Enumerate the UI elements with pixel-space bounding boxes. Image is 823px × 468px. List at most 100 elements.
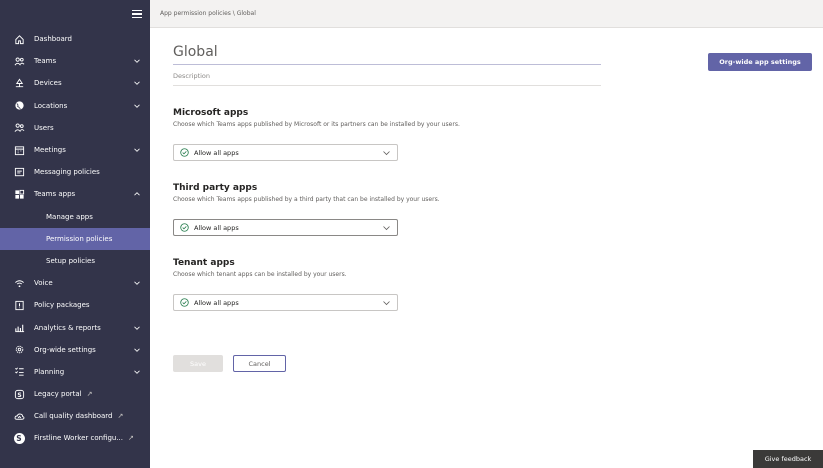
section-title: Third party apps <box>173 183 258 193</box>
sidebar: Dashboard Teams Devices Locations Users … <box>0 0 150 468</box>
sidebar-item-teams-apps[interactable]: Teams apps <box>0 183 150 205</box>
chevron-down-icon <box>383 300 390 306</box>
sidebar-item-label: Legacy portal <box>34 390 82 399</box>
sidebar-item-label: Teams apps <box>34 190 76 199</box>
sidebar-item-locations[interactable]: Locations <box>0 95 150 117</box>
external-link-icon: ↗ <box>117 412 124 421</box>
description-field[interactable]: Description <box>173 72 210 80</box>
description-underline <box>173 85 601 86</box>
sidebar-item-legacy-portal[interactable]: S Legacy portal ↗ <box>0 383 150 405</box>
sidebar-item-label: Meetings <box>34 146 66 155</box>
chevron-down-icon[interactable] <box>134 58 140 64</box>
external-link-icon: ↗ <box>86 390 93 399</box>
firstline-icon: S <box>13 432 25 444</box>
planning-icon <box>13 366 25 378</box>
gear-icon <box>13 344 25 356</box>
sidebar-subitem-label: Setup policies <box>46 256 95 265</box>
dropdown-value: Allow all apps <box>194 223 239 232</box>
users-icon <box>13 122 25 134</box>
tenant-apps-dropdown[interactable]: Allow all apps <box>173 294 398 311</box>
hamburger-menu-icon[interactable] <box>132 10 142 18</box>
svg-text:S: S <box>17 391 21 398</box>
devices-icon <box>13 77 25 89</box>
external-link-icon: ↗ <box>128 434 134 443</box>
sidebar-item-call-quality-dashboard[interactable]: Call quality dashboard ↗ <box>0 405 150 427</box>
section-third-party-apps: Third party apps Choose which Teams apps… <box>173 183 440 203</box>
section-description: Choose which Teams apps published by Mic… <box>173 121 460 128</box>
section-title: Tenant apps <box>173 258 235 268</box>
sidebar-subitem-label: Manage apps <box>46 212 93 221</box>
voice-icon <box>13 277 25 289</box>
sidebar-item-dashboard[interactable]: Dashboard <box>0 28 150 50</box>
check-circle-icon <box>180 223 189 232</box>
sidebar-item-users[interactable]: Users <box>0 117 150 139</box>
chevron-down-icon[interactable] <box>134 347 140 353</box>
section-microsoft-apps: Microsoft apps Choose which Teams apps p… <box>173 108 460 128</box>
section-tenant-apps: Tenant apps Choose which tenant apps can… <box>173 258 347 278</box>
chevron-down-icon[interactable] <box>134 80 140 86</box>
sidebar-item-label: Planning <box>34 367 65 376</box>
chevron-down-icon[interactable] <box>134 280 140 286</box>
page-title[interactable]: Global <box>173 44 218 60</box>
org-wide-app-settings-button[interactable]: Org-wide app settings <box>708 53 812 71</box>
sidebar-item-meetings[interactable]: Meetings <box>0 139 150 161</box>
sidebar-subitem-label: Permission policies <box>46 234 113 243</box>
sidebar-item-planning[interactable]: Planning <box>0 361 150 383</box>
chevron-down-icon[interactable] <box>134 103 140 109</box>
chevron-down-icon <box>383 150 390 156</box>
sidebar-item-messaging-policies[interactable]: Messaging policies <box>0 161 150 183</box>
title-underline <box>173 64 601 65</box>
apps-icon <box>13 188 25 200</box>
sidebar-item-label: Policy packages <box>34 301 90 310</box>
sidebar-item-label: Locations <box>34 101 68 110</box>
package-icon <box>13 299 25 311</box>
microsoft-apps-dropdown[interactable]: Allow all apps <box>173 144 398 161</box>
chat-icon <box>13 166 25 178</box>
sidebar-item-firstline-worker[interactable]: S Firstline Worker configu... ↗ <box>0 427 150 449</box>
chevron-down-icon[interactable] <box>134 369 140 375</box>
analytics-icon <box>13 322 25 334</box>
sidebar-item-label: Messaging policies <box>34 168 100 177</box>
sidebar-top <box>0 0 150 28</box>
sidebar-item-label: Analytics & reports <box>34 323 101 332</box>
sidebar-item-label: Teams <box>34 57 57 66</box>
sidebar-item-label: Users <box>34 123 54 132</box>
section-description: Choose which tenant apps can be installe… <box>173 271 347 278</box>
home-icon <box>13 33 25 45</box>
dropdown-value: Allow all apps <box>194 298 239 307</box>
sidebar-item-label: Dashboard <box>34 35 72 44</box>
cancel-button[interactable]: Cancel <box>233 355 286 372</box>
main-content: Global Description Org-wide app settings… <box>150 28 823 468</box>
sidebar-item-label: Firstline Worker configu... <box>34 434 124 443</box>
sidebar-subitem-permission-policies[interactable]: Permission policies <box>0 227 150 250</box>
section-description: Choose which Teams apps published by a t… <box>173 196 440 203</box>
teams-icon <box>13 55 25 67</box>
third-party-apps-dropdown[interactable]: Allow all apps <box>173 219 398 236</box>
give-feedback-button[interactable]: Give feedback <box>753 450 823 468</box>
sidebar-item-devices[interactable]: Devices <box>0 72 150 94</box>
breadcrumb[interactable]: App permission policies \ Global <box>160 10 256 17</box>
chevron-up-icon[interactable] <box>134 191 140 197</box>
cloud-icon <box>13 410 25 422</box>
chevron-down-icon[interactable] <box>134 325 140 331</box>
check-circle-icon <box>180 298 189 307</box>
sidebar-item-label: Voice <box>34 279 53 288</box>
sidebar-item-teams[interactable]: Teams <box>0 50 150 72</box>
globe-icon <box>13 100 25 112</box>
sidebar-item-label: Devices <box>34 79 62 88</box>
save-button[interactable]: Save <box>173 355 223 372</box>
sidebar-item-voice[interactable]: Voice <box>0 272 150 294</box>
sidebar-item-label: Org-wide settings <box>34 345 96 354</box>
check-circle-icon <box>180 148 189 157</box>
sidebar-item-label: Call quality dashboard <box>34 412 113 421</box>
skype-icon: S <box>13 388 25 400</box>
sidebar-item-analytics-reports[interactable]: Analytics & reports <box>0 316 150 338</box>
chevron-down-icon <box>383 225 390 231</box>
dropdown-value: Allow all apps <box>194 148 239 157</box>
calendar-icon <box>13 144 25 156</box>
sidebar-subitem-manage-apps[interactable]: Manage apps <box>0 206 150 228</box>
sidebar-subitem-setup-policies[interactable]: Setup policies <box>0 250 150 272</box>
sidebar-item-org-wide-settings[interactable]: Org-wide settings <box>0 339 150 361</box>
chevron-down-icon[interactable] <box>134 147 140 153</box>
sidebar-item-policy-packages[interactable]: Policy packages <box>0 294 150 316</box>
